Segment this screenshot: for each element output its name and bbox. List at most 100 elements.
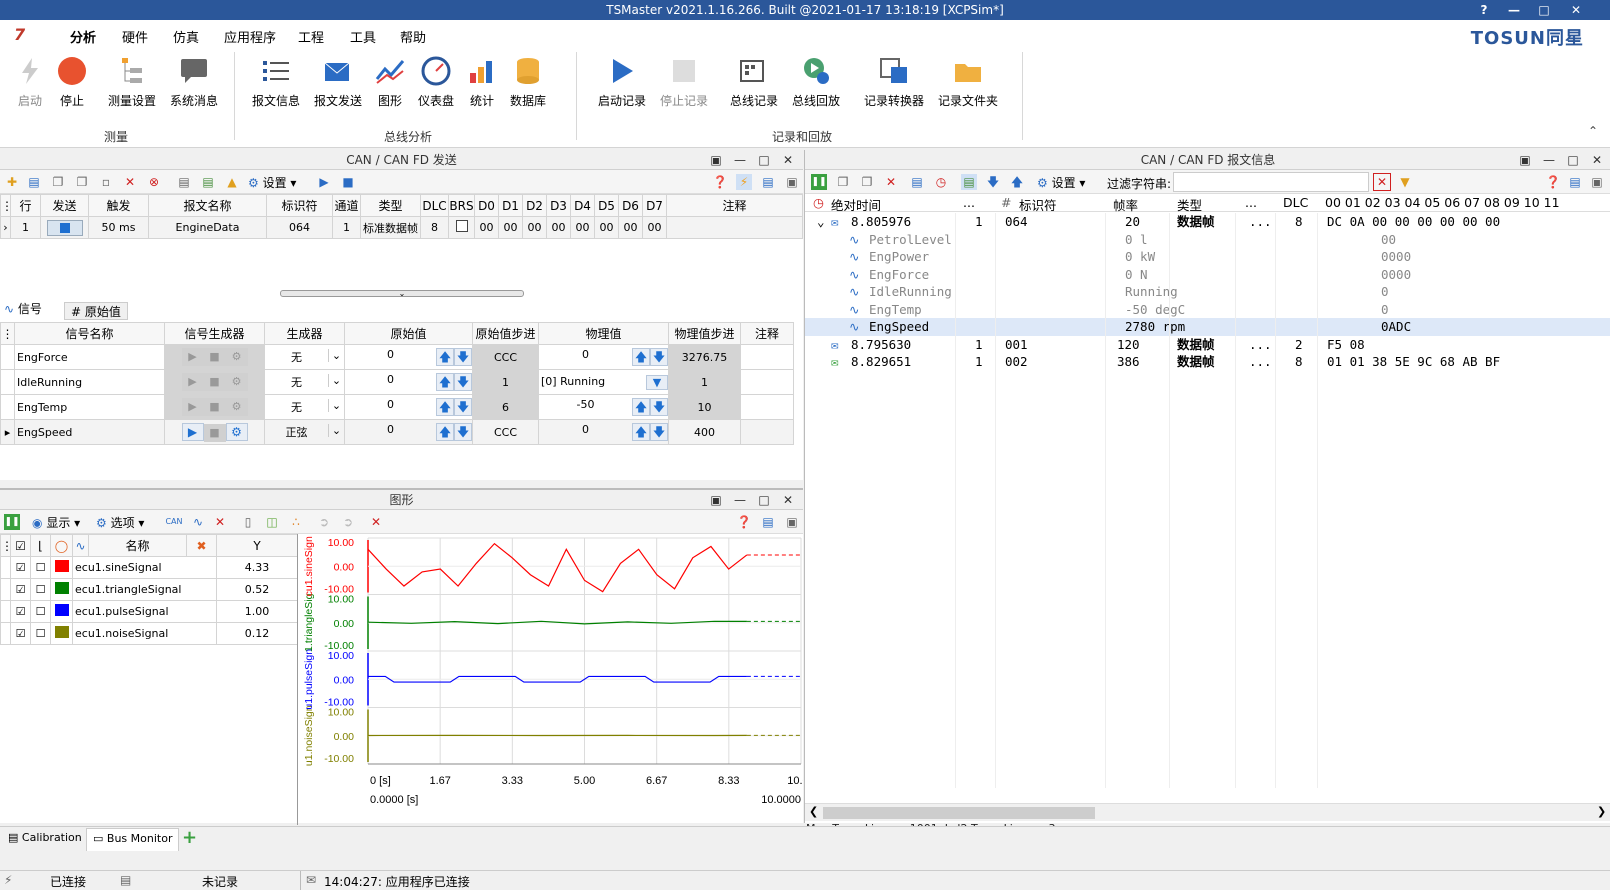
copy-icon[interactable]: ❐ xyxy=(835,174,851,190)
statistics-button[interactable]: 统计 xyxy=(462,54,502,109)
play-icon[interactable]: ▶ xyxy=(182,373,204,391)
dock-icon[interactable]: ▣ xyxy=(1513,150,1537,170)
gear-icon[interactable]: ⚙ xyxy=(226,373,248,391)
window-icon[interactable]: ▣ xyxy=(784,514,800,530)
panel-minimize-icon[interactable]: — xyxy=(1537,150,1561,170)
phys-step[interactable]: 1 xyxy=(669,370,741,395)
panel-maximize-icon[interactable]: □ xyxy=(752,150,776,170)
cell-type[interactable]: 标准数据帧 xyxy=(361,217,421,239)
display-dropdown[interactable]: ◉ 显示 ▾ xyxy=(32,514,80,531)
arrow-down-icon[interactable]: 🡇 xyxy=(650,423,668,441)
add-tab-icon[interactable]: + xyxy=(182,827,197,848)
tab-help[interactable]: 帮助 xyxy=(400,27,426,46)
measurement-setup-button[interactable]: 测量设置 xyxy=(104,54,160,109)
arrow-up-icon[interactable]: 🡅 xyxy=(1009,174,1025,190)
generator-select[interactable]: 无⌄ xyxy=(265,345,345,370)
trace-signal-row-selected[interactable]: ∿ EngSpeed 2780 rpm 0ADC xyxy=(805,318,1610,336)
play-icon[interactable]: ▶ xyxy=(182,348,204,366)
import-icon[interactable]: ➲ xyxy=(340,514,356,530)
add-message-icon[interactable]: ✚ xyxy=(4,174,20,190)
graph-chart[interactable]: 0 [s]1.673.335.006.678.3310.000.0000 [s]… xyxy=(298,534,803,825)
panel-maximize-icon[interactable]: □ xyxy=(1561,150,1585,170)
calendar-icon[interactable]: ▤ xyxy=(909,174,925,190)
pause-icon[interactable]: ❚❚ xyxy=(4,514,20,530)
cell-channel[interactable]: 1 xyxy=(333,217,361,239)
collapse-icon[interactable]: ⌄ xyxy=(817,213,825,231)
paste-icon[interactable]: ❐ xyxy=(859,174,875,190)
clear-icon[interactable]: ✕ xyxy=(883,174,899,190)
overwrite-icon[interactable]: ▤ xyxy=(961,174,977,190)
copy-icon[interactable]: ❐ xyxy=(50,174,66,190)
arrow-down-icon[interactable]: 🡇 xyxy=(454,373,472,391)
duplicate-icon[interactable]: ❐ xyxy=(74,174,90,190)
phys-step[interactable]: 400 xyxy=(669,420,741,445)
arrow-down-icon[interactable]: 🡇 xyxy=(650,398,668,416)
help-icon[interactable]: ❓ xyxy=(1545,174,1561,190)
clock-icon[interactable]: ◷ xyxy=(933,174,949,190)
log-folder-button[interactable]: 记录文件夹 xyxy=(934,54,1002,109)
col-dlc[interactable]: DLC xyxy=(1283,195,1308,210)
export-image-icon[interactable]: ▤ xyxy=(760,514,776,530)
graph-signal-row[interactable]: ☑ ☐ ecu1.triangleSignal 0.52 xyxy=(1,579,298,601)
dock-icon[interactable]: ▣ xyxy=(704,150,728,170)
send-toggle-button[interactable] xyxy=(41,217,89,239)
trace-row[interactable]: ✉ 8.829651 1 002 386 数据帧 ... 8 01 01 38 … xyxy=(805,353,1591,371)
tab-calibration[interactable]: ▤ Calibration xyxy=(8,831,82,844)
arrow-down-icon[interactable]: 🡇 xyxy=(650,348,668,366)
cell-id[interactable]: 064 xyxy=(267,217,333,239)
cell-d2[interactable]: 00 xyxy=(523,217,547,239)
tab-bus-monitor[interactable]: ▭ Bus Monitor xyxy=(86,828,179,851)
split-icon[interactable]: ◫ xyxy=(264,514,280,530)
trace-settings-dropdown[interactable]: ⚙ 设置 ▾ xyxy=(1037,174,1085,191)
system-messages-button[interactable]: 系统消息 xyxy=(166,54,222,109)
col-abs-time[interactable]: 绝对时间 xyxy=(831,195,881,214)
scroll-right-icon[interactable]: ❯ xyxy=(1597,805,1606,818)
paste-icon[interactable]: ▫ xyxy=(98,174,114,190)
arrow-down-icon[interactable]: 🡇 xyxy=(454,398,472,416)
cell-dlc[interactable]: 8 xyxy=(421,217,449,239)
collapse-ribbon-icon[interactable]: ⌃ xyxy=(1588,124,1598,138)
options-dropdown[interactable]: ⚙ 选项 ▾ xyxy=(96,514,144,531)
cell-d4[interactable]: 00 xyxy=(571,217,595,239)
help-icon[interactable]: ❓ xyxy=(712,174,728,190)
signal-add-icon[interactable]: ∿ xyxy=(190,514,206,530)
raw-step[interactable]: CCC xyxy=(473,345,539,370)
filter-input[interactable] xyxy=(1173,172,1369,192)
start-button[interactable]: 启动 xyxy=(12,54,48,109)
cell-d0[interactable]: 00 xyxy=(475,217,499,239)
play-icon[interactable]: ▶ xyxy=(182,398,204,416)
phys-step[interactable]: 3276.75 xyxy=(669,345,741,370)
graph-signal-row[interactable]: ☑ ☐ ecu1.noiseSignal 0.12 xyxy=(1,623,298,645)
tab-analysis[interactable]: 分析 xyxy=(70,27,96,50)
signal-row[interactable]: EngTemp ▶■⚙ 无⌄ 0🡅🡇 6 -50🡅🡇 10 xyxy=(1,395,794,420)
cell-d6[interactable]: 00 xyxy=(619,217,643,239)
tab-signals[interactable]: ∿ 信号 xyxy=(4,300,42,318)
col-channel[interactable]: ... xyxy=(963,195,975,210)
delete-icon[interactable]: ✕ xyxy=(122,174,138,190)
send-play-icon[interactable]: ▶ xyxy=(316,174,332,190)
export-icon[interactable]: ▤ xyxy=(1567,174,1583,190)
panel-close-icon[interactable]: ✕ xyxy=(1585,150,1609,170)
axis-checkbox[interactable]: ☐ xyxy=(31,579,51,601)
minimize-icon[interactable]: — xyxy=(1500,0,1528,20)
raw-step[interactable]: 1 xyxy=(473,370,539,395)
color-swatch[interactable] xyxy=(51,601,73,623)
axis-checkbox[interactable]: ☐ xyxy=(31,557,51,579)
panel-close-icon[interactable]: ✕ xyxy=(776,150,800,170)
tab-tools[interactable]: 工具 xyxy=(350,27,376,46)
trace-row[interactable]: ✉ 8.795630 1 001 120 数据帧 ... 2 F5 08 xyxy=(805,336,1591,354)
import-icon[interactable]: ▤ xyxy=(26,174,42,190)
col-type[interactable]: 类型 xyxy=(1177,195,1202,214)
settings-dropdown[interactable]: ⚙ 设置 ▾ xyxy=(248,174,296,191)
signal-row[interactable]: IdleRunning ▶■⚙ 无⌄ 0🡅🡇 1 [0] Running▼ 1 xyxy=(1,370,794,395)
col-rate[interactable]: 帧率 xyxy=(1113,195,1138,214)
generator-select[interactable]: 正弦⌄ xyxy=(265,420,345,445)
trace-signal-row[interactable]: ∿ EngPower 0 kW 0000 xyxy=(805,248,1591,266)
tab-raw[interactable]: # 原始值 xyxy=(64,302,128,320)
phys-value-select[interactable]: [0] Running▼ xyxy=(539,370,669,395)
help-icon[interactable]: ? xyxy=(1470,0,1498,20)
panel-maximize-icon[interactable]: □ xyxy=(752,490,776,510)
save-as-icon[interactable]: ▤ xyxy=(200,174,216,190)
window-icon[interactable]: ▣ xyxy=(1589,174,1605,190)
phys-value-field[interactable]: 0🡅🡇 xyxy=(539,420,669,445)
